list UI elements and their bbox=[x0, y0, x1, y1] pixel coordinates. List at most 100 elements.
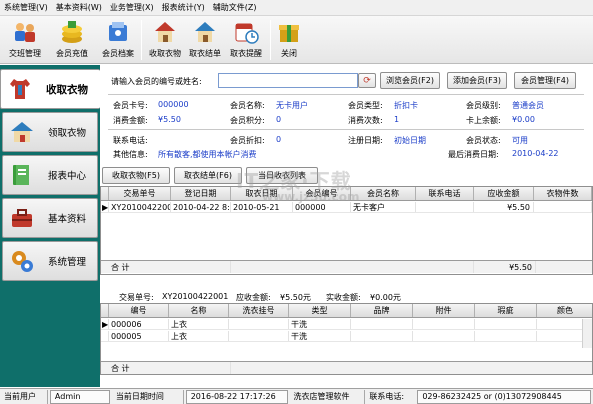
table-cell: XY20100422001 bbox=[111, 202, 171, 212]
people-icon bbox=[12, 19, 38, 45]
menu-basic-data[interactable]: 基本资料(W) bbox=[52, 1, 106, 15]
toolbar: 交班管理 会员充值 会员档案 收取衣物 取衣结单 取衣提醒 关闭 bbox=[0, 16, 593, 64]
column-header[interactable]: 附件 bbox=[413, 304, 475, 317]
status-user-value: Admin bbox=[49, 389, 110, 404]
items-grid-header: 编号 名称 洗衣挂号 类型 品牌 附件 瑕疵 颜色 bbox=[101, 304, 592, 318]
member-level-label: 会员级别: bbox=[466, 101, 501, 110]
column-header[interactable]: 品牌 bbox=[351, 304, 413, 317]
card-no-label: 会员卡号: bbox=[113, 101, 148, 110]
member-search-input[interactable] bbox=[218, 73, 358, 88]
table-cell bbox=[229, 319, 289, 329]
column-header[interactable]: 衣物件数 bbox=[534, 187, 592, 200]
search-icon: ⟳ bbox=[363, 75, 371, 86]
member-type-label: 会员类型: bbox=[348, 101, 383, 110]
column-header[interactable]: 颜色 bbox=[537, 304, 592, 317]
column-header[interactable]: 名称 bbox=[169, 304, 229, 317]
table-cell: 000000 bbox=[293, 202, 351, 212]
table-cell bbox=[351, 331, 413, 341]
menu-aux-files[interactable]: 辅助文件(Z) bbox=[209, 1, 261, 15]
regdate-label: 注册日期: bbox=[348, 136, 383, 145]
sidebar-item-system[interactable]: 系统管理 bbox=[2, 241, 98, 281]
column-header[interactable]: 应收金额 bbox=[474, 187, 534, 200]
toolbar-label: 取衣结单 bbox=[189, 49, 221, 58]
search-prompt: 请输入会员的编号或姓名: bbox=[111, 77, 202, 86]
toolbar-member-file-button[interactable]: 会员档案 bbox=[97, 18, 139, 62]
other-info-value: 所有散客,都使用本帐户消费 bbox=[158, 150, 257, 159]
table-cell bbox=[537, 331, 584, 341]
orders-grid: 交易单号 登记日期 取衣日期 会员编号 会员名称 联系电话 应收金额 衣物件数 … bbox=[100, 186, 593, 275]
table-cell bbox=[413, 319, 475, 329]
toolbar-close-button[interactable]: 关闭 bbox=[273, 18, 305, 62]
shirt-icon bbox=[6, 75, 34, 103]
spent-label: 消费金额: bbox=[113, 116, 148, 125]
toolbar-separator bbox=[141, 20, 142, 60]
manage-members-button[interactable]: 会员管理(F4) bbox=[514, 72, 576, 89]
card-no-value: 000000 bbox=[158, 100, 189, 109]
toolbar-receive-button[interactable]: 收取衣物 bbox=[144, 18, 186, 62]
menu-reports[interactable]: 报表统计(Y) bbox=[158, 1, 209, 15]
orders-grid-header: 交易单号 登记日期 取衣日期 会员编号 会员名称 联系电话 应收金额 衣物件数 bbox=[101, 187, 592, 201]
search-button[interactable]: ⟳ bbox=[358, 73, 376, 88]
toolbar-recharge-button[interactable]: 会员充值 bbox=[51, 18, 93, 62]
menu-business[interactable]: 业务管理(X) bbox=[106, 1, 158, 15]
menu-system[interactable]: 系统管理(V) bbox=[0, 1, 52, 15]
row-pointer-icon: ▶ bbox=[102, 319, 109, 329]
other-info-label: 其他信息: bbox=[113, 150, 148, 159]
sidebar-item-basic-data[interactable]: 基本资料 bbox=[2, 198, 98, 238]
total-label: 合 计 bbox=[101, 362, 231, 374]
table-cell: 干洗 bbox=[289, 319, 351, 329]
sidebar-item-receive-clothes[interactable]: 收取衣物 bbox=[0, 69, 100, 109]
table-cell bbox=[351, 319, 413, 329]
sidebar-item-label: 领取衣物 bbox=[48, 128, 87, 139]
member-file-icon bbox=[105, 19, 131, 45]
toolbar-reminder-button[interactable]: 取衣提醒 bbox=[225, 18, 267, 62]
column-header[interactable]: 洗衣挂号 bbox=[229, 304, 289, 317]
gears-icon bbox=[8, 247, 36, 275]
table-cell bbox=[413, 331, 475, 341]
menu-bar: 系统管理(V) 基本资料(W) 业务管理(X) 报表统计(Y) 辅助文件(Z) bbox=[0, 0, 593, 16]
browse-members-button[interactable]: 浏览会员(F2) bbox=[380, 72, 440, 89]
table-cell: 上衣 bbox=[169, 319, 229, 329]
column-header[interactable]: 联系电话 bbox=[416, 187, 474, 200]
checkout-tab[interactable]: 取衣结单(F6) bbox=[174, 167, 242, 184]
toolbar-label: 会员档案 bbox=[102, 49, 134, 58]
toolbar-label: 收取衣物 bbox=[149, 49, 181, 58]
today-list-tab[interactable]: 当日收衣列表 bbox=[246, 167, 318, 184]
house-checkout-icon bbox=[192, 19, 218, 45]
table-cell bbox=[534, 202, 592, 212]
column-header[interactable]: 登记日期 bbox=[171, 187, 231, 200]
column-header[interactable]: 编号 bbox=[109, 304, 169, 317]
sidebar-item-collect-clothes[interactable]: 领取衣物 bbox=[2, 112, 98, 152]
orders-total-row: 合 计 ¥5.50 bbox=[101, 260, 592, 273]
column-header[interactable]: 会员编号 bbox=[293, 187, 351, 200]
house-receive-icon bbox=[152, 19, 178, 45]
toolbar-separator bbox=[270, 20, 271, 60]
items-grid-scrollbar[interactable] bbox=[582, 319, 592, 348]
items-grid: 编号 名称 洗衣挂号 类型 品牌 附件 瑕疵 颜色 ▶ 000006 上衣 干洗… bbox=[100, 303, 593, 375]
receive-clothes-tab[interactable]: 收取衣物(F5) bbox=[102, 167, 170, 184]
toolbar-checkout-button[interactable]: 取衣结单 bbox=[184, 18, 226, 62]
table-cell bbox=[416, 202, 474, 212]
divider bbox=[108, 129, 584, 130]
add-member-button[interactable]: 添加会员(F3) bbox=[447, 72, 507, 89]
status-app-name: 洗衣店管理软件 bbox=[290, 389, 366, 404]
toolbar-label: 取衣提醒 bbox=[230, 49, 262, 58]
column-header[interactable]: 会员名称 bbox=[351, 187, 416, 200]
sidebar-item-reports[interactable]: 报表中心 bbox=[2, 155, 98, 195]
points-label: 会员积分: bbox=[230, 116, 265, 125]
table-row[interactable]: 000005 上衣 干洗 bbox=[101, 331, 584, 342]
column-header[interactable]: 交易单号 bbox=[109, 187, 171, 200]
regdate-value: 初始日期 bbox=[394, 136, 426, 145]
column-header[interactable]: 类型 bbox=[289, 304, 351, 317]
column-header[interactable]: 瑕疵 bbox=[475, 304, 537, 317]
table-row[interactable]: ▶ 000006 上衣 干洗 bbox=[101, 319, 584, 330]
sidebar: 收取衣物 领取衣物 报表中心 基本资料 系统管理 bbox=[0, 65, 100, 387]
phone-label: 联系电话: bbox=[113, 136, 148, 145]
sidebar-item-label: 收取衣物 bbox=[46, 83, 88, 96]
toolbar-label: 关闭 bbox=[281, 49, 297, 58]
table-row[interactable]: ▶ XY20100422001 2010-04-22 8: 2010-05-21… bbox=[101, 202, 592, 213]
column-header[interactable]: 取衣日期 bbox=[231, 187, 293, 200]
toolbar-label: 会员充值 bbox=[56, 49, 88, 58]
toolbar-shift-button[interactable]: 交班管理 bbox=[4, 18, 46, 62]
balance-label: 卡上余额: bbox=[466, 116, 501, 125]
